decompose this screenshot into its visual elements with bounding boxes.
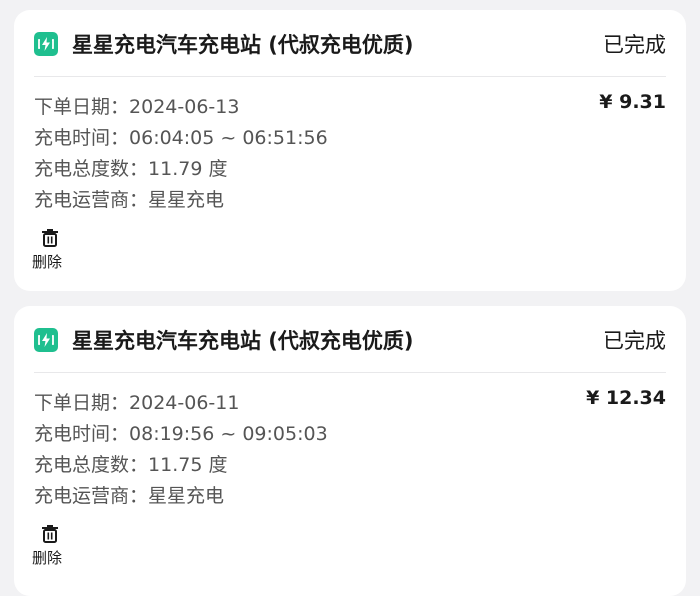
- order-card[interactable]: 星星充电汽车充电站 (代叔充电优质) 已完成 下单日期：2024-06-13 充…: [14, 10, 686, 291]
- order-status: 已完成: [603, 329, 666, 353]
- operator-row: 充电运营商：星星充电: [34, 481, 224, 508]
- delete-button[interactable]: 删除: [32, 228, 68, 272]
- operator-value: 星星充电: [148, 485, 225, 507]
- order-card-header: 星星充电汽车充电站 (代叔充电优质) 已完成: [14, 10, 686, 76]
- order-date-row: 下单日期：2024-06-13: [34, 92, 239, 119]
- total-kwh-value: 11.79 度: [148, 158, 228, 180]
- operator-label: 充电运营商：: [34, 485, 149, 507]
- trash-icon: [42, 229, 58, 247]
- delete-button[interactable]: 删除: [32, 524, 68, 568]
- charge-time-label: 充电时间：: [34, 127, 130, 149]
- order-date-value: 2024-06-11: [129, 392, 240, 414]
- order-date-row: 下单日期：2024-06-11: [34, 388, 239, 415]
- total-kwh-value: 11.75 度: [148, 454, 228, 476]
- order-card-header: 星星充电汽车充电站 (代叔充电优质) 已完成: [14, 306, 686, 372]
- order-date-label: 下单日期：: [34, 392, 130, 414]
- charge-time-value: 08:19:56 ~ 09:05:03: [129, 423, 328, 445]
- total-kwh-label: 充电总度数：: [34, 158, 149, 180]
- divider: [34, 76, 666, 77]
- station-name: 星星充电汽车充电站 (代叔充电优质): [72, 33, 414, 57]
- charge-time-row: 充电时间：06:04:05 ~ 06:51:56: [34, 123, 328, 150]
- operator-row: 充电运营商：星星充电: [34, 185, 224, 212]
- charge-time-row: 充电时间：08:19:56 ~ 09:05:03: [34, 419, 328, 446]
- total-kwh-row: 充电总度数：11.79 度: [34, 154, 227, 181]
- order-date-value: 2024-06-13: [129, 96, 240, 118]
- order-date-label: 下单日期：: [34, 96, 130, 118]
- charge-time-label: 充电时间：: [34, 423, 130, 445]
- charging-bolt-icon: [34, 32, 58, 56]
- operator-label: 充电运营商：: [34, 189, 149, 211]
- charging-bolt-icon: [34, 328, 58, 352]
- delete-label: 删除: [32, 549, 63, 567]
- order-status: 已完成: [603, 33, 666, 57]
- divider: [34, 372, 666, 373]
- trash-icon: [42, 525, 58, 543]
- station-name: 星星充电汽车充电站 (代叔充电优质): [72, 329, 414, 353]
- total-kwh-label: 充电总度数：: [34, 454, 149, 476]
- order-price: ¥ 12.34: [586, 387, 666, 409]
- delete-label: 删除: [32, 253, 63, 271]
- order-price: ¥ 9.31: [599, 91, 666, 113]
- order-card[interactable]: 星星充电汽车充电站 (代叔充电优质) 已完成 下单日期：2024-06-11 充…: [14, 306, 686, 596]
- operator-value: 星星充电: [148, 189, 225, 211]
- charge-time-value: 06:04:05 ~ 06:51:56: [129, 127, 328, 149]
- total-kwh-row: 充电总度数：11.75 度: [34, 450, 227, 477]
